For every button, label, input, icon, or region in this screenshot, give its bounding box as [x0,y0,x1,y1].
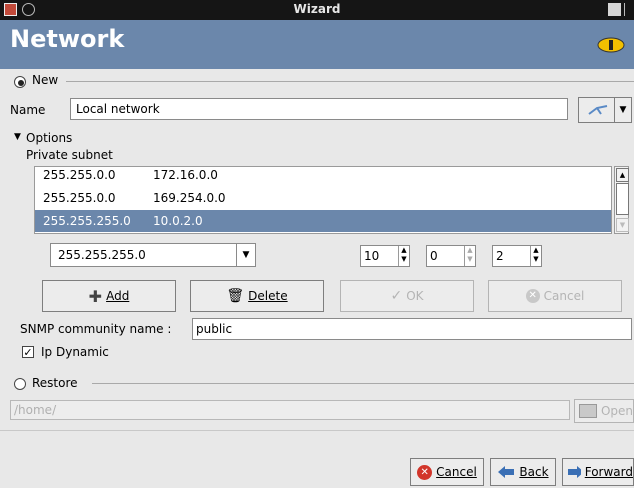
ok-icon: ✓ [390,288,403,304]
eye-logo-icon [597,37,625,53]
new-label: New [32,73,59,87]
page-title: Network [10,25,125,53]
restore-path-placeholder: /home/ [14,403,57,417]
close-icon[interactable] [624,3,634,16]
cancel-entry-button[interactable]: ✕ Cancel [488,280,622,312]
subnet-mask-cell: 255.255.255.0 [43,214,131,228]
scroll-up-icon[interactable]: ▲ [616,168,629,182]
subnet-ip-cell: 10.0.2.0 [153,214,203,228]
spin-arrows-icon[interactable]: ▲ ▼ [464,246,475,266]
restore-path-field[interactable]: /home/ [10,400,570,420]
snmp-field-value: public [196,322,233,336]
trash-icon: 🗑 [226,288,245,304]
cancel-button[interactable]: ✕ Cancel [410,458,484,486]
network-icon [588,105,608,115]
mask-select[interactable]: 255.255.255.0 ▼ [50,243,256,267]
group-divider [92,383,634,384]
ok-button-label: OK [406,289,424,303]
name-field-value: Local network [76,102,160,116]
subnet-ip-cell: 172.16.0.0 [153,168,218,182]
subnet-list[interactable]: 255.255.0.0 172.16.0.0 255.255.0.0 169.2… [34,166,612,234]
chevron-down-icon[interactable]: ▼ [236,244,255,266]
restore-label: Restore [32,376,78,390]
back-button[interactable]: Back [490,458,556,486]
octet3-spinner[interactable]: 2 ▲ ▼ [492,245,542,267]
cancel-button-label: Cancel [436,465,477,479]
arrow-left-icon [498,466,515,478]
snmp-label: SNMP community name : [20,322,172,336]
back-button-label: Back [519,465,549,479]
restore-radio[interactable] [14,378,26,390]
ok-button[interactable]: ✓ OK [340,280,474,312]
plus-icon: ✚ [88,286,103,306]
delete-button-label: Delete [248,289,288,303]
open-button-label: Open [600,404,633,418]
options-expander-icon[interactable]: ▼ [14,132,21,142]
new-radio[interactable] [14,76,26,88]
subnet-ip-cell: 169.254.0.0 [153,191,226,205]
spin-arrows-icon[interactable]: ▲ ▼ [530,246,541,266]
subnet-mask-cell: 255.255.0.0 [43,168,116,182]
footer-divider [0,430,634,431]
arrow-right-icon [568,466,581,478]
folder-icon [579,404,597,418]
spin-arrows-icon[interactable]: ▲ ▼ [398,246,409,266]
open-button[interactable]: Open [574,399,634,423]
name-field[interactable]: Local network [70,98,568,120]
table-row[interactable]: 255.255.0.0 169.254.0.0 [35,187,611,209]
window-title: Wizard [293,2,341,16]
private-subnet-label: Private subnet [26,148,113,162]
snmp-field[interactable]: public [192,318,632,340]
octet2-spinner[interactable]: 0 ▲ ▼ [426,245,476,267]
add-button[interactable]: ✚ Add [42,280,176,312]
options-label[interactable]: Options [26,131,72,145]
mask-select-value: 255.255.255.0 [58,248,146,262]
name-label: Name [10,103,46,117]
maximize-icon[interactable] [608,3,621,16]
octet1-spinner[interactable]: 10 ▲ ▼ [360,245,410,267]
cancel-entry-label: Cancel [543,289,585,303]
scroll-thumb[interactable] [616,183,629,215]
forward-button-label: Forward [584,465,633,479]
group-divider [66,81,634,82]
cancel-icon: ✕ [525,289,540,303]
subnet-mask-cell: 255.255.0.0 [43,191,116,205]
cancel-icon: ✕ [417,464,433,480]
scroll-down-icon[interactable]: ▼ [616,218,629,232]
table-row[interactable]: 255.255.0.0 172.16.0.0 [35,167,611,186]
ip-dynamic-checkbox[interactable]: ✓ [22,346,34,358]
ip-dynamic-label: Ip Dynamic [41,345,109,359]
table-row-selected[interactable]: 255.255.255.0 10.0.2.0 [35,210,611,232]
forward-button[interactable]: Forward [562,458,634,486]
delete-button[interactable]: 🗑 Delete [190,280,324,312]
add-button-label: Add [106,289,130,303]
icon-dropdown-button[interactable]: ▼ [614,97,632,123]
network-icon-picker[interactable] [578,97,618,123]
list-scrollbar[interactable]: ▲ ▼ [614,166,629,234]
